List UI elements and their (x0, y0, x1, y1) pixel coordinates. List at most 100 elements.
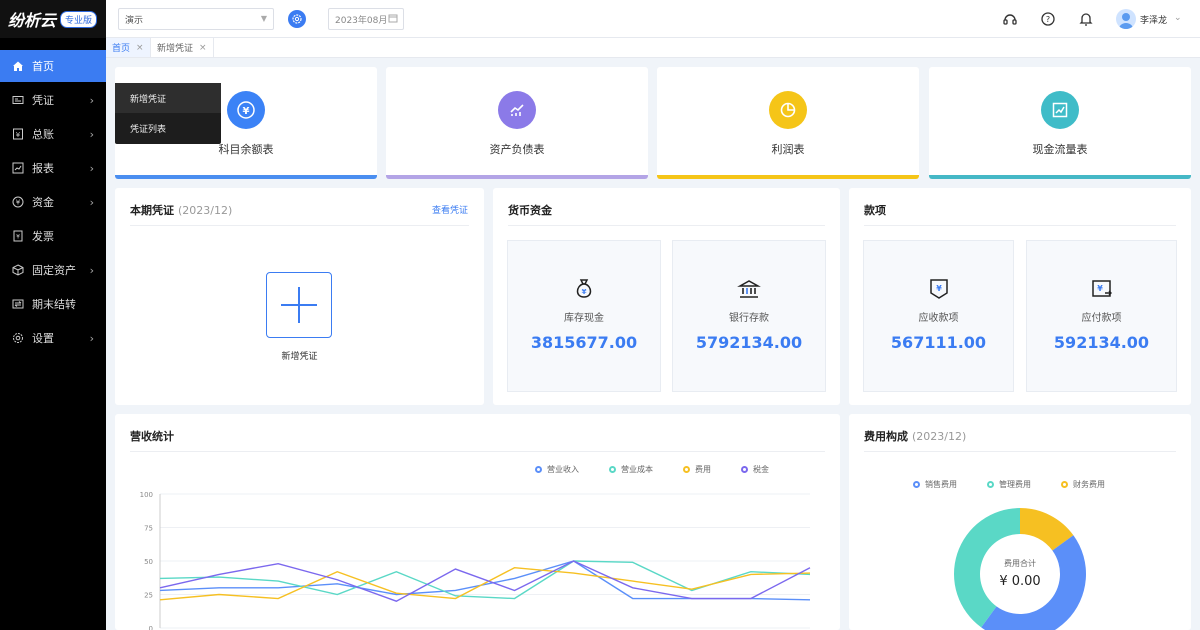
box-icon (12, 264, 24, 276)
y-tick-label: 50 (144, 558, 153, 566)
ledger-icon: ¥ (12, 128, 24, 140)
close-icon[interactable]: × (199, 43, 207, 53)
quick-card-bar (386, 175, 648, 179)
sidebar-item-voucher[interactable]: 凭证 › (0, 84, 106, 116)
legend-item[interactable]: 销售费用 (913, 479, 957, 490)
period-picker[interactable]: 2023年08月 (328, 8, 404, 30)
top-bar: 演示 ▼ 2023年08月 ? 李泽龙 ⌄ (106, 0, 1200, 38)
submenu-item-new-voucher[interactable]: 新增凭证 (115, 83, 221, 113)
sidebar-item-period-close[interactable]: 期末结转 (0, 288, 106, 320)
add-voucher-label: 新增凭证 (281, 352, 318, 362)
tab-label: 首页 (112, 44, 131, 54)
fund-card-bank[interactable]: 银行存款 5792134.00 (672, 240, 826, 392)
app-logo[interactable]: 纷析云 专业版 (0, 0, 106, 38)
avatar[interactable] (1116, 9, 1136, 29)
yen-circle-icon: ¥ (227, 91, 265, 129)
gear-icon (12, 332, 24, 344)
money-bag-icon: ¥ (508, 277, 660, 301)
sidebar-item-home[interactable]: 首页 (0, 50, 106, 82)
bank-icon (673, 277, 825, 301)
quick-card-label: 资产负债表 (489, 143, 545, 156)
sidebar-item-label: 期末结转 (32, 298, 76, 311)
quick-card-bar (657, 175, 919, 179)
legend-item[interactable]: 管理费用 (987, 479, 1031, 490)
help-icon[interactable]: ? (1040, 11, 1056, 30)
chart-legend: 营业收入 营业成本 费用 税金 (535, 464, 769, 475)
panel-title: 营收统计 (130, 430, 174, 443)
quick-card-balance-sheet[interactable]: 资产负债表 (386, 67, 648, 179)
payable-icon: ¥ (1027, 277, 1176, 301)
quick-card-bar (929, 175, 1191, 179)
svg-text:¥: ¥ (936, 284, 942, 293)
tab-new-voucher[interactable]: 新增凭证 × (151, 38, 214, 57)
add-voucher-button[interactable] (266, 272, 332, 338)
svg-text:¥: ¥ (582, 288, 587, 296)
svg-text:¥: ¥ (1097, 284, 1103, 293)
quick-card-income-statement[interactable]: 利润表 (657, 67, 919, 179)
account-select-value: 演示 (125, 15, 144, 26)
panel-title: 本期凭证 (2023/12) (130, 204, 233, 217)
receivable-icon: ¥ (864, 277, 1013, 301)
legend-item[interactable]: 财务费用 (1061, 479, 1105, 490)
sidebar-item-label: 总账 (32, 128, 54, 141)
chevron-down-icon[interactable]: ⌄ (1174, 13, 1182, 23)
series-line[interactable] (159, 560, 811, 602)
payment-value: 567111.00 (890, 333, 987, 352)
home-icon (12, 60, 24, 72)
quick-card-cash-flow[interactable]: 现金流量表 (929, 67, 1191, 179)
legend-item[interactable]: 营业成本 (609, 464, 653, 475)
sidebar-item-ledger[interactable]: ¥ 总账 › (0, 118, 106, 150)
series-line[interactable] (159, 566, 811, 601)
revenue-panel: 营收统计 营业收入 营业成本 费用 税金 100 75 50 25 0 (115, 414, 840, 630)
quick-card-label: 利润表 (771, 143, 805, 156)
tab-label: 新增凭证 (157, 44, 194, 54)
sidebar-item-fixed-assets[interactable]: 固定资产 › (0, 254, 106, 286)
fund-card-cash[interactable]: ¥ 库存现金 3815677.00 (507, 240, 661, 392)
legend-item[interactable]: 营业收入 (535, 464, 579, 475)
report-icon (12, 162, 24, 174)
payment-card-payable[interactable]: ¥ 应付款项 592134.00 (1026, 240, 1177, 392)
sidebar-item-label: 报表 (32, 162, 54, 175)
legend-item[interactable]: 税金 (741, 464, 769, 475)
pie-legend: 销售费用 管理费用 财务费用 (913, 479, 1105, 490)
y-tick-label: 75 (144, 525, 153, 533)
donut-center-value: ¥ 0.00 (999, 574, 1041, 589)
legend-item[interactable]: 费用 (683, 464, 711, 475)
sidebar-item-label: 资金 (32, 196, 54, 209)
revenue-line-chart: 100 75 50 25 0 (140, 491, 811, 630)
chevron-right-icon: › (89, 195, 94, 209)
quick-card-label: 现金流量表 (1032, 143, 1088, 156)
fund-panel: 货币资金 ¥ 库存现金 3815677.00 银行存款 5792134.00 (493, 188, 840, 405)
chevron-right-icon: › (89, 331, 94, 345)
payment-card-receivable[interactable]: ¥ 应收款项 567111.00 (863, 240, 1014, 392)
sidebar-item-report[interactable]: 报表 › (0, 152, 106, 184)
voucher-panel: 本期凭证 (2023/12) 查看凭证 新增凭证 (115, 188, 484, 405)
close-icon[interactable]: × (136, 43, 144, 53)
logo-text: 纷析云 (8, 11, 57, 30)
chevron-right-icon: › (89, 127, 94, 141)
payment-label: 应付款项 (1081, 313, 1122, 324)
fund-label: 银行存款 (729, 313, 769, 324)
sidebar-item-label: 凭证 (32, 94, 54, 107)
sidebar-item-funds[interactable]: ¥ 资金 › (0, 186, 106, 218)
settings-icon[interactable] (288, 10, 306, 28)
bell-icon[interactable] (1078, 11, 1094, 30)
user-name[interactable]: 李泽龙 (1140, 13, 1167, 26)
period-value: 2023年08月 (335, 15, 388, 26)
tab-bar: 首页 × 新增凭证 × (106, 38, 1200, 58)
y-tick-label: 25 (144, 592, 153, 600)
growth-chart-icon (1041, 91, 1079, 129)
fund-label: 库存现金 (564, 313, 604, 324)
y-tick-label: 0 (149, 625, 153, 630)
account-select[interactable]: 演示 ▼ (118, 8, 274, 30)
sidebar-item-settings[interactable]: 设置 › (0, 322, 106, 354)
svg-text:¥: ¥ (243, 106, 250, 117)
view-vouchers-link[interactable]: 查看凭证 (432, 203, 468, 216)
calendar-icon (388, 13, 398, 26)
chevron-right-icon: › (89, 161, 94, 175)
tab-home[interactable]: 首页 × (106, 38, 151, 57)
submenu-item-voucher-list[interactable]: 凭证列表 (115, 113, 221, 143)
sidebar-item-invoice[interactable]: ¥ 发票 (0, 220, 106, 252)
y-tick-label: 100 (140, 491, 153, 499)
headset-icon[interactable] (1002, 11, 1018, 30)
